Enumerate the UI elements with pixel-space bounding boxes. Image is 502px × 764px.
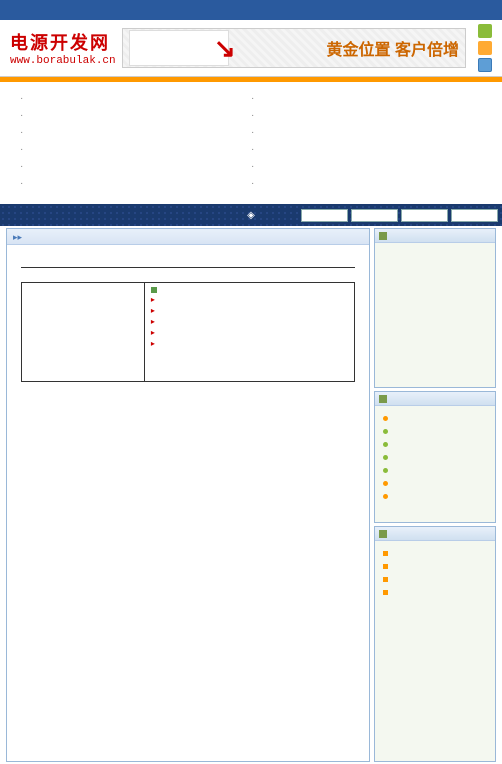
dot-icon xyxy=(383,468,388,473)
list-item[interactable] xyxy=(383,560,487,573)
section-icon xyxy=(379,395,387,403)
sidebar-header xyxy=(375,527,495,541)
bullet-icon: ▸ xyxy=(151,328,155,337)
dot-icon xyxy=(383,494,388,499)
header-icons xyxy=(472,24,492,72)
content-body: ▸ ▸ ▸ ▸ ▸ xyxy=(7,245,369,396)
nav-bar: ◈ xyxy=(0,204,502,226)
logo-text: 电源开发网 xyxy=(10,29,116,55)
list-item[interactable] xyxy=(383,451,487,464)
content-header: ▸▸ xyxy=(7,229,369,245)
list-item[interactable] xyxy=(383,573,487,586)
top-bar xyxy=(0,0,502,20)
arrow-icon: ↘ xyxy=(214,33,236,64)
section-icon xyxy=(379,530,387,538)
nav-button[interactable] xyxy=(351,209,398,222)
dot-icon xyxy=(383,455,388,460)
logo-url: www.borabulak.cn xyxy=(10,55,116,67)
content-panel: ▸▸ ▸ ▸ ▸ ▸ ▸ xyxy=(6,228,370,762)
nav-button[interactable] xyxy=(301,209,348,222)
detail-item: ▸ xyxy=(151,338,348,349)
list-item[interactable] xyxy=(383,547,487,560)
list-item[interactable] xyxy=(383,490,487,503)
nav-button[interactable] xyxy=(451,209,498,222)
banner-preview: ↘ xyxy=(129,30,229,66)
link-item[interactable] xyxy=(20,124,251,141)
banner-ad[interactable]: ↘ 黄金位置 客户倍增 xyxy=(122,28,466,68)
link-item[interactable] xyxy=(251,141,482,158)
detail-right: ▸ ▸ ▸ ▸ ▸ xyxy=(145,283,354,381)
favorite-icon[interactable] xyxy=(478,41,492,55)
link-item[interactable] xyxy=(251,107,482,124)
list-item[interactable] xyxy=(383,586,487,599)
sidebar-box-3 xyxy=(374,526,496,762)
dot-icon xyxy=(383,416,388,421)
list-item[interactable] xyxy=(383,425,487,438)
home-icon[interactable] xyxy=(478,24,492,38)
detail-item: ▸ xyxy=(151,327,348,338)
expand-icon[interactable]: ▸▸ xyxy=(13,232,22,242)
banner-text: 黄金位置 客户倍增 xyxy=(327,36,459,60)
sidebar-box-2 xyxy=(374,391,496,523)
detail-item xyxy=(151,286,348,294)
detail-item: ▸ xyxy=(151,294,348,305)
detail-left xyxy=(22,283,145,381)
dot-icon xyxy=(383,442,388,447)
sidebar-body xyxy=(375,406,495,522)
dot-icon xyxy=(383,429,388,434)
list-item[interactable] xyxy=(383,464,487,477)
bullet-icon: ▸ xyxy=(151,306,155,315)
dot-icon xyxy=(383,481,388,486)
sidebar xyxy=(374,228,496,762)
bullet-icon: ▸ xyxy=(151,339,155,348)
link-item[interactable] xyxy=(251,124,482,141)
mail-icon[interactable] xyxy=(478,58,492,72)
sidebar-header xyxy=(375,392,495,406)
square-icon xyxy=(383,551,388,556)
list-item[interactable] xyxy=(383,438,487,451)
detail-item: ▸ xyxy=(151,305,348,316)
bullet-icon: ▸ xyxy=(151,295,155,304)
square-icon xyxy=(383,590,388,595)
bullet-icon: ▸ xyxy=(151,317,155,326)
link-item[interactable] xyxy=(20,175,251,192)
list-item[interactable] xyxy=(383,412,487,425)
nav-center-icon: ◈ xyxy=(247,210,255,221)
detail-item: ▸ xyxy=(151,316,348,327)
link-item[interactable] xyxy=(20,141,251,158)
sidebar-header xyxy=(375,229,495,243)
section-icon xyxy=(379,232,387,240)
link-item[interactable] xyxy=(251,158,482,175)
link-item[interactable] xyxy=(251,175,482,192)
square-icon xyxy=(383,564,388,569)
nav-button[interactable] xyxy=(401,209,448,222)
logo[interactable]: 电源开发网 www.borabulak.cn xyxy=(10,29,116,67)
header: 电源开发网 www.borabulak.cn ↘ 黄金位置 客户倍增 xyxy=(0,20,502,77)
link-item[interactable] xyxy=(20,158,251,175)
main-area: ▸▸ ▸ ▸ ▸ ▸ ▸ xyxy=(0,226,502,764)
link-grid xyxy=(0,82,502,204)
sidebar-body xyxy=(375,541,495,761)
bullet-icon xyxy=(151,287,157,293)
sidebar-body xyxy=(375,243,495,387)
link-item[interactable] xyxy=(20,107,251,124)
detail-box: ▸ ▸ ▸ ▸ ▸ xyxy=(21,282,355,382)
sidebar-box-1 xyxy=(374,228,496,388)
list-item[interactable] xyxy=(383,477,487,490)
square-icon xyxy=(383,577,388,582)
divider xyxy=(21,267,355,268)
link-item[interactable] xyxy=(251,90,482,107)
link-item[interactable] xyxy=(20,90,251,107)
